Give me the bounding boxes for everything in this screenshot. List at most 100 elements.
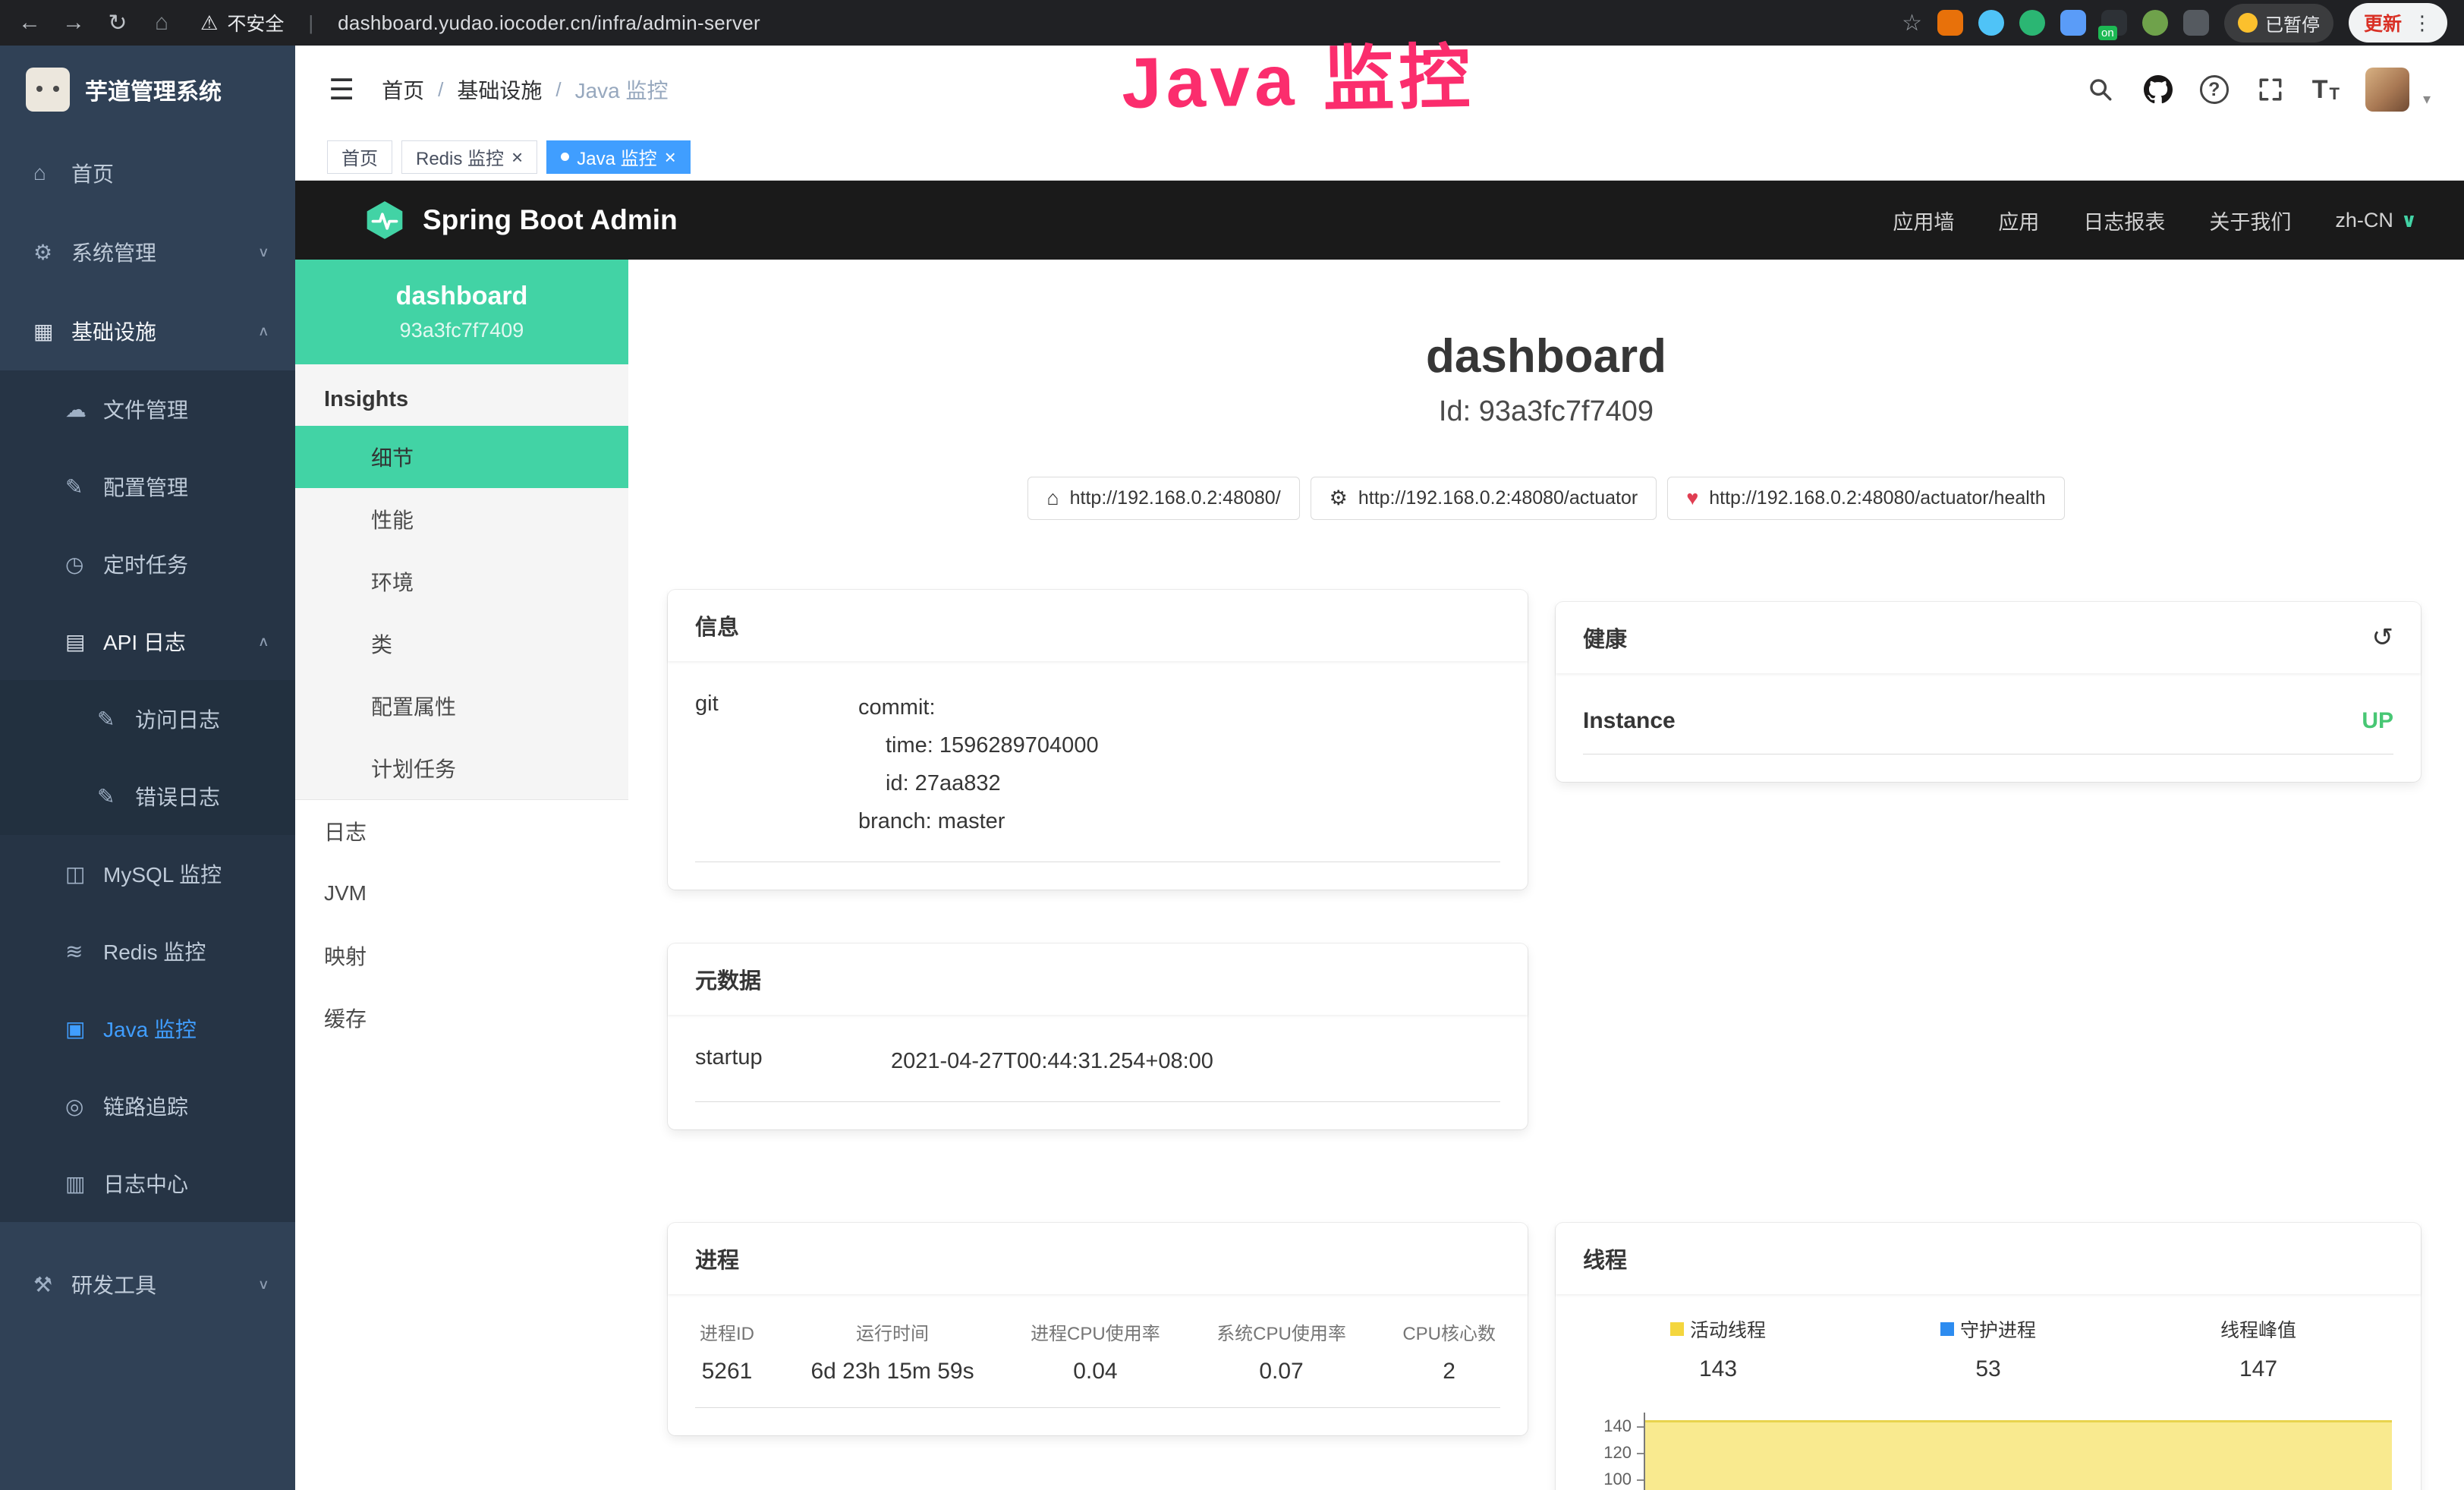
metadata-card-header: 元数据 <box>668 943 1528 1015</box>
extension-icon[interactable] <box>2183 10 2209 36</box>
actuator-url-link[interactable]: ⚙ http://192.168.0.2:48080/actuator <box>1311 477 1657 520</box>
sidebar-item-infrastructure[interactable]: ▦ 基础设施 ∧ <box>0 291 295 370</box>
process-card-header: 进程 <box>668 1223 1528 1294</box>
chevron-down-icon: ∨ <box>258 244 269 260</box>
sidebar-item-log-center[interactable]: ▥ 日志中心 <box>0 1145 295 1222</box>
sidebar-item-label: 研发工具 <box>71 1269 156 1299</box>
sidebar-item-label: 首页 <box>71 158 114 188</box>
sidebar-item-label: MySQL 监控 <box>103 858 222 889</box>
service-url-link[interactable]: ⌂ http://192.168.0.2:48080/ <box>1027 477 1299 520</box>
tools-icon: ⚒ <box>33 1272 71 1297</box>
link-url: http://192.168.0.2:48080/actuator <box>1358 487 1638 509</box>
threads-card-header: 线程 <box>1556 1223 2421 1294</box>
home-icon: ⌂ <box>33 161 71 185</box>
profile-paused-badge[interactable]: 已暂停 <box>2224 4 2333 43</box>
breadcrumb-item-current: Java 监控 <box>575 74 669 105</box>
sba-nav-journal[interactable]: 日志报表 <box>2083 206 2165 235</box>
sidebar-item-system-management[interactable]: ⚙ 系统管理 ∨ <box>0 213 295 291</box>
threads-card: 线程 活动线程 143 守护进程 <box>1556 1223 2421 1490</box>
sidebar-item-home[interactable]: ⌂ 首页 <box>0 134 295 213</box>
sba-nav-wallboard[interactable]: 应用墙 <box>1893 206 1954 235</box>
app-logo <box>26 68 70 112</box>
sidebar-item-label: API 日志 <box>103 626 186 657</box>
bookmark-star-icon[interactable]: ☆ <box>1902 10 1922 36</box>
extension-icon[interactable] <box>1937 10 1963 36</box>
hamburger-icon[interactable]: ☰ <box>329 73 354 107</box>
info-value: commit: time: 1596289704000 id: 27aa832 … <box>858 688 1500 840</box>
sba-menu-details[interactable]: 细节 <box>295 426 628 488</box>
page-title: dashboard <box>628 329 2464 383</box>
sba-menu-jvm[interactable]: JVM <box>295 862 628 925</box>
sidebar-item-java-monitor[interactable]: ▣ Java 监控 <box>0 990 295 1067</box>
security-label: 不安全 <box>227 9 284 36</box>
search-icon[interactable] <box>2085 74 2116 106</box>
app-logo-row[interactable]: 芋道管理系统 <box>0 46 295 134</box>
sba-brand-title[interactable]: Spring Boot Admin <box>423 204 678 236</box>
browser-update-button[interactable]: 更新 ⋮ <box>2349 3 2447 43</box>
threads-legend: 活动线程 143 守护进程 53 线程峰值 <box>1583 1308 2393 1382</box>
tab-java-monitor[interactable]: Java 监控 × <box>546 140 691 174</box>
sidebar-item-api-logs[interactable]: ▤ API 日志 ∧ <box>0 603 295 680</box>
history-icon[interactable]: ↺ <box>2372 622 2394 653</box>
health-url-link[interactable]: ♥ http://192.168.0.2:48080/actuator/heal… <box>1667 477 2064 520</box>
health-instance-row[interactable]: Instance UP <box>1583 687 2393 754</box>
metric-system-cpu: 系统CPU使用率 0.07 <box>1216 1318 1346 1384</box>
extension-icon[interactable] <box>1978 10 2004 36</box>
fullscreen-icon[interactable] <box>2255 74 2286 106</box>
font-size-icon[interactable]: T T <box>2312 77 2340 102</box>
instance-header[interactable]: dashboard 93a3fc7f7409 <box>295 260 628 364</box>
gear-icon: ⚙ <box>33 240 71 265</box>
sba-menu-mappings[interactable]: 映射 <box>295 925 628 987</box>
locale-label: zh-CN <box>2335 209 2393 232</box>
help-icon[interactable]: ? <box>2200 75 2229 104</box>
sba-nav-applications[interactable]: 应用 <box>1998 206 2039 235</box>
sba-menu-classes[interactable]: 类 <box>295 613 628 675</box>
close-icon[interactable]: × <box>511 147 523 167</box>
browser-forward-icon[interactable]: → <box>61 10 87 36</box>
address-bar-url[interactable]: dashboard.yudao.iocoder.cn/infra/admin-s… <box>338 11 760 35</box>
sidebar-item-error-logs[interactable]: ✎ 错误日志 <box>0 758 295 835</box>
sba-menu-config-props[interactable]: 配置属性 <box>295 675 628 737</box>
metric-pid: 进程ID 5261 <box>700 1318 754 1384</box>
sba-menu-scheduled-tasks[interactable]: 计划任务 <box>295 737 628 799</box>
sba-nav-about[interactable]: 关于我们 <box>2209 206 2291 235</box>
database-icon: ◫ <box>65 862 103 887</box>
extension-icon[interactable] <box>2019 10 2045 36</box>
site-security-chip[interactable]: ⚠ 不安全 <box>200 9 284 36</box>
sidebar-item-access-logs[interactable]: ✎ 访问日志 <box>0 680 295 758</box>
extension-icon[interactable] <box>2142 10 2168 36</box>
locale-selector[interactable]: zh-CN ∨ <box>2335 209 2417 232</box>
breadcrumb-item[interactable]: 基础设施 <box>457 74 542 105</box>
github-icon[interactable] <box>2142 74 2174 106</box>
extension-icon[interactable] <box>2060 10 2086 36</box>
tab-home[interactable]: 首页 <box>327 140 392 174</box>
threads-chart-plot <box>1644 1413 2393 1490</box>
browser-reload-icon[interactable]: ↻ <box>105 10 131 36</box>
breadcrumb-separator: / <box>438 78 443 102</box>
extension-icon[interactable]: on <box>2101 10 2127 36</box>
sidebar-item-trace[interactable]: ◎ 链路追踪 <box>0 1067 295 1145</box>
sidebar-item-file-management[interactable]: ☁ 文件管理 <box>0 370 295 448</box>
sidebar-item-scheduled-jobs[interactable]: ◷ 定时任务 <box>0 525 295 603</box>
sba-menu-caches[interactable]: 缓存 <box>295 987 628 1049</box>
sba-menu-environment[interactable]: 环境 <box>295 550 628 613</box>
access-log-icon: ✎ <box>97 707 135 732</box>
sidebar-item-config-management[interactable]: ✎ 配置管理 <box>0 448 295 525</box>
tab-redis-monitor[interactable]: Redis 监控 × <box>401 140 537 174</box>
sidebar-item-mysql-monitor[interactable]: ◫ MySQL 监控 <box>0 835 295 912</box>
sba-menu-logs[interactable]: 日志 <box>295 800 628 862</box>
breadcrumb-item[interactable]: 首页 <box>382 74 424 105</box>
sidebar-item-label: 系统管理 <box>71 237 156 267</box>
avatar-caret-icon[interactable]: ▾ <box>2423 90 2431 112</box>
sidebar-item-redis-monitor[interactable]: ≋ Redis 监控 <box>0 912 295 990</box>
yudao-sidebar: 芋道管理系统 ⌂ 首页 ⚙ 系统管理 ∨ ▦ 基础设施 ∧ ☁ 文件管理 ✎ 配… <box>0 46 295 1490</box>
legend-live-threads: 活动线程 143 <box>1583 1315 1853 1382</box>
browser-home-icon[interactable]: ⌂ <box>149 10 175 36</box>
avatar[interactable] <box>2365 68 2409 112</box>
browser-back-icon[interactable]: ← <box>17 10 42 36</box>
close-icon[interactable]: × <box>665 147 676 167</box>
spring-boot-admin-logo-icon <box>363 199 406 241</box>
sba-menu-metrics[interactable]: 性能 <box>295 488 628 550</box>
sidebar-item-dev-tools[interactable]: ⚒ 研发工具 ∨ <box>0 1245 295 1324</box>
metadata-key: startup <box>695 1042 891 1080</box>
